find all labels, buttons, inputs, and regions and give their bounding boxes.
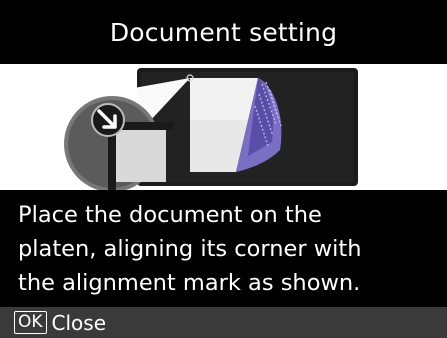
instruction-line-2: platen, aligning its corner with xyxy=(18,236,362,262)
instruction-line-1: Place the document on the xyxy=(18,202,322,228)
instruction-message: Place the document on the platen, aligni… xyxy=(0,190,447,307)
illustration-panel xyxy=(0,64,447,190)
instruction-line-3: the alignment mark as shown. xyxy=(18,270,361,296)
document-sheet xyxy=(190,78,282,172)
footer-bar: OK Close xyxy=(0,307,447,338)
document-setting-screen: Document setting Place the document on t… xyxy=(0,0,447,338)
ok-key-badge[interactable]: OK xyxy=(14,311,47,334)
close-label[interactable]: Close xyxy=(52,311,106,335)
screen-title: Document setting xyxy=(0,0,447,64)
document-on-platen-illustration xyxy=(64,68,358,190)
